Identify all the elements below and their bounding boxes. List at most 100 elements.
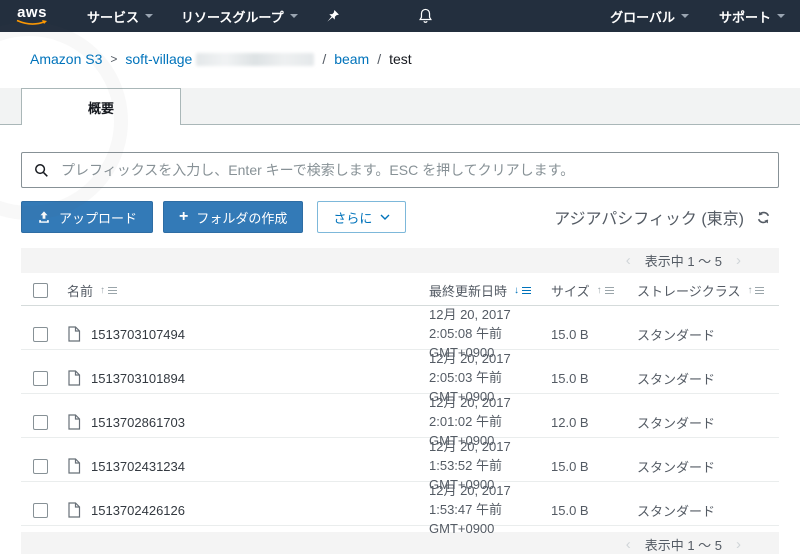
table-header-row: 名前 ↑ 最終更新日時 ↓ サイズ ↑ ストレージクラス ↑ [21,276,779,306]
pagination-label: 表示中 1 ～ 5 [644,538,722,553]
pin-icon [326,10,339,22]
more-actions-button[interactable]: さらに [317,201,407,233]
row-checkbox[interactable] [33,326,48,342]
bucket-name-visible: soft-village [125,51,193,67]
search-icon [35,163,48,177]
path-separator: / [377,51,382,67]
file-icon [68,326,81,342]
bell-icon [418,8,432,23]
table-row[interactable]: 1513702431234 12月 20, 2017 1:53:52 午前 GM… [21,438,779,492]
size-cell: 15.0 B [551,502,589,518]
region-label: アジアパシフィック (東京) [554,211,744,228]
next-page-icon[interactable]: › [736,253,741,268]
refresh-button[interactable] [756,210,771,225]
pagination-bottom: ‹ 表示中 1 ～ 5 › [21,532,779,554]
storage-class-cell: スタンダード [637,503,716,519]
prev-page-icon[interactable]: ‹ [626,253,631,268]
file-icon [68,458,81,474]
nav-right-group: グローバル サポート [580,7,785,26]
column-header-last-modified[interactable]: 最終更新日時 ↓ [429,281,551,300]
nav-global-label: グローバル [610,9,675,25]
column-header-name[interactable]: 名前 ↑ [67,281,429,300]
storage-class-cell: スタンダード [637,371,716,387]
chevron-down-icon [380,214,390,220]
object-name-link[interactable]: 1513703107494 [91,327,185,342]
breadcrumb: Amazon S3 > soft-village / beam / test [30,51,412,67]
tab-overview-label: 概要 [87,100,114,116]
object-name-link[interactable]: 1513703101894 [91,371,185,386]
breadcrumb-folder-beam[interactable]: beam [334,51,369,67]
next-page-icon[interactable]: › [736,537,741,552]
row-checkbox[interactable] [33,458,48,474]
prefix-search-input[interactable] [59,161,766,179]
pagination-label: 表示中 1 ～ 5 [644,254,722,269]
sort-asc-icon: ↑ [597,285,614,296]
chevron-down-icon [145,14,154,18]
tab-overview[interactable]: 概要 [21,88,181,125]
upload-icon [39,211,49,223]
file-icon [68,370,81,386]
row-checkbox[interactable] [33,414,48,430]
size-cell: 15.0 B [551,458,589,474]
column-last-modified-label: 最終更新日時 [429,284,508,299]
size-cell: 12.0 B [551,414,589,430]
aws-logo[interactable]: aws [15,4,49,26]
size-cell: 15.0 B [551,370,589,386]
breadcrumb-current-folder: test [389,51,412,67]
last-modified-cell: 12月 20, 2017 1:53:47 午前 GMT+0900 [429,483,511,536]
object-name-link[interactable]: 1513702431234 [91,459,185,474]
aws-logo-text: aws [17,4,47,21]
create-folder-button[interactable]: + フォルダの作成 [163,201,304,233]
pin-shortcut-button[interactable] [326,9,340,23]
table-row[interactable]: 1513703107494 12月 20, 2017 2:05:08 午前 GM… [21,306,779,360]
table-row[interactable]: 1513702426126 12月 20, 2017 1:53:47 午前 GM… [21,482,779,536]
row-checkbox[interactable] [33,502,48,518]
storage-class-cell: スタンダード [637,459,716,475]
chevron-down-icon [777,14,785,18]
column-header-size[interactable]: サイズ ↑ [551,281,637,300]
breadcrumb-separator: > [110,52,118,66]
nav-support-label: サポート [718,9,771,25]
breadcrumb-bucket[interactable]: soft-village [125,51,315,67]
region-indicator: アジアパシフィック (東京) [554,205,779,229]
size-cell: 15.0 B [551,326,589,342]
storage-class-cell: スタンダード [637,327,716,343]
row-checkbox[interactable] [33,370,48,386]
column-size-label: サイズ [551,284,590,299]
path-separator: / [322,51,327,67]
more-actions-label: さらに [333,210,373,226]
table-row[interactable]: 1513702861703 12月 20, 2017 2:01:02 午前 GM… [21,394,779,448]
nav-support[interactable]: サポート [719,7,785,26]
search-row [21,152,779,188]
sort-asc-icon: ↑ [747,285,765,296]
chevron-down-icon [289,14,298,18]
upload-button[interactable]: アップロード [21,201,154,233]
notifications-button[interactable] [418,8,433,24]
prefix-search-box[interactable] [21,152,779,188]
chevron-down-icon [680,14,689,18]
aws-smile-icon [16,19,47,25]
breadcrumb-amazon-s3[interactable]: Amazon S3 [30,51,102,67]
select-all-checkbox[interactable] [33,283,48,298]
object-name-link[interactable]: 1513702861703 [91,415,185,430]
table-row[interactable]: 1513703101894 12月 20, 2017 2:05:03 午前 GM… [21,350,779,404]
file-icon [68,502,81,518]
nav-services[interactable]: サービス [87,7,154,26]
nav-resource-groups[interactable]: リソースグループ [181,7,298,26]
sort-desc-icon: ↓ [514,285,532,296]
prev-page-icon[interactable]: ‹ [626,537,631,552]
storage-class-cell: スタンダード [637,415,716,431]
sort-asc-icon: ↑ [100,285,118,296]
refresh-icon [757,211,770,223]
breadcrumb-zone: Amazon S3 > soft-village / beam / test [0,22,800,220]
nav-region-global[interactable]: グローバル [610,7,689,26]
file-icon [68,414,81,430]
object-name-link[interactable]: 1513702426126 [91,503,185,518]
plus-icon: + [179,208,189,225]
column-storage-class-label: ストレージクラス [637,284,741,299]
pagination-top: ‹ 表示中 1 ～ 5 › [21,248,779,273]
toolbar: アップロード + フォルダの作成 さらに アジアパシフィック (東京) [21,201,779,233]
bucket-name-redacted [196,53,315,66]
top-nav: aws サービス リソースグループ グローバル サポート [0,0,800,32]
column-header-storage-class[interactable]: ストレージクラス ↑ [637,281,767,300]
